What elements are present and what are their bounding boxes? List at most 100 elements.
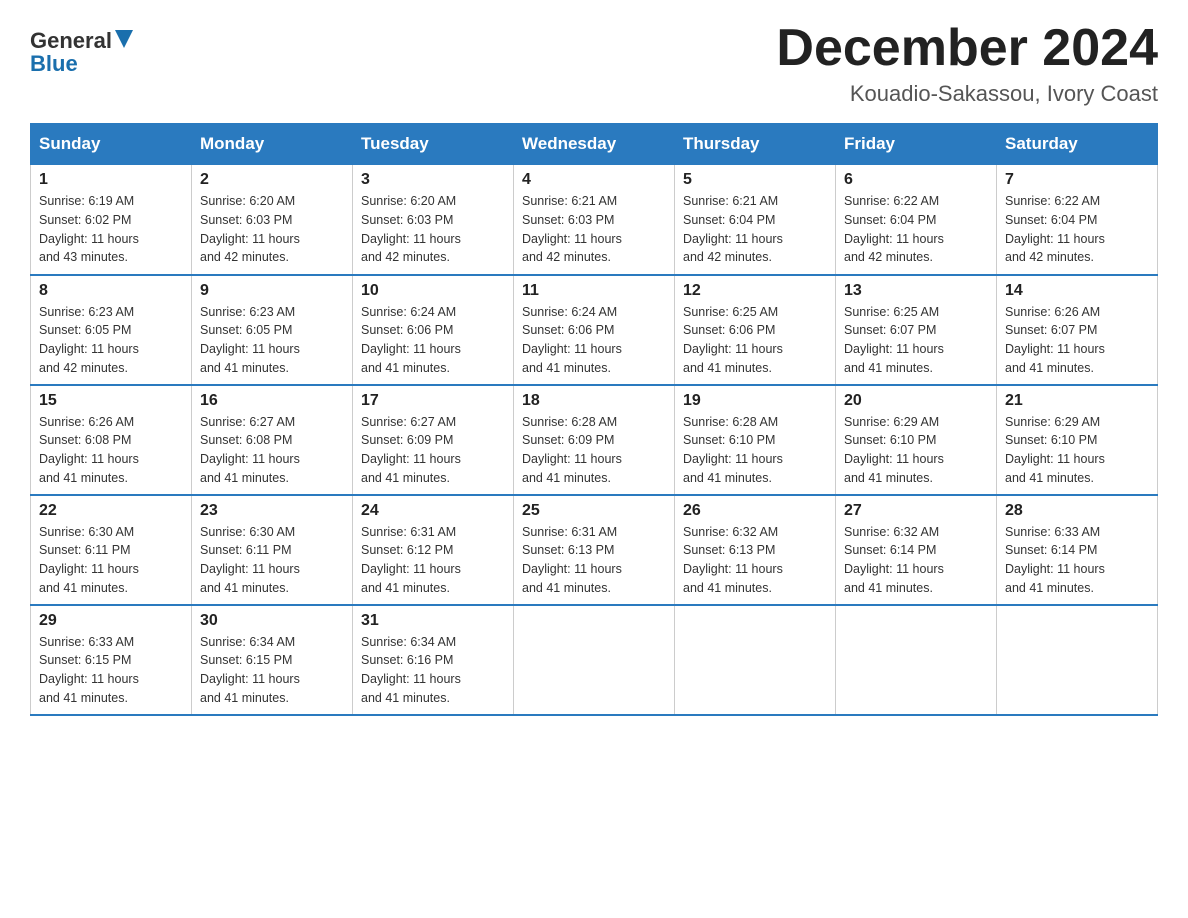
table-row: 11 Sunrise: 6:24 AMSunset: 6:06 PMDayligh… [514, 275, 675, 385]
logo: General Blue [30, 28, 133, 77]
calendar-week-row: 15 Sunrise: 6:26 AMSunset: 6:08 PMDayligh… [31, 385, 1158, 495]
table-row: 10 Sunrise: 6:24 AMSunset: 6:06 PMDayligh… [353, 275, 514, 385]
table-row: 25 Sunrise: 6:31 AMSunset: 6:13 PMDayligh… [514, 495, 675, 605]
day-info: Sunrise: 6:34 AMSunset: 6:15 PMDaylight:… [200, 635, 300, 705]
day-number: 1 [39, 171, 183, 189]
day-number: 24 [361, 502, 505, 520]
day-number: 16 [200, 392, 344, 410]
day-info: Sunrise: 6:31 AMSunset: 6:12 PMDaylight:… [361, 525, 461, 595]
table-row: 2 Sunrise: 6:20 AMSunset: 6:03 PMDaylight… [192, 165, 353, 275]
day-info: Sunrise: 6:22 AMSunset: 6:04 PMDaylight:… [1005, 194, 1105, 264]
logo-triangle-icon [115, 30, 133, 48]
day-info: Sunrise: 6:30 AMSunset: 6:11 PMDaylight:… [39, 525, 139, 595]
day-number: 28 [1005, 502, 1149, 520]
day-info: Sunrise: 6:29 AMSunset: 6:10 PMDaylight:… [844, 415, 944, 485]
day-info: Sunrise: 6:21 AMSunset: 6:04 PMDaylight:… [683, 194, 783, 264]
day-number: 17 [361, 392, 505, 410]
day-number: 6 [844, 171, 988, 189]
table-row [675, 605, 836, 715]
col-monday: Monday [192, 124, 353, 165]
logo-text-general: General [30, 30, 112, 52]
day-number: 14 [1005, 282, 1149, 300]
calendar-header: Sunday Monday Tuesday Wednesday Thursday… [31, 124, 1158, 165]
day-number: 15 [39, 392, 183, 410]
calendar-week-row: 29 Sunrise: 6:33 AMSunset: 6:15 PMDayligh… [31, 605, 1158, 715]
day-info: Sunrise: 6:33 AMSunset: 6:14 PMDaylight:… [1005, 525, 1105, 595]
day-number: 21 [1005, 392, 1149, 410]
table-row: 3 Sunrise: 6:20 AMSunset: 6:03 PMDaylight… [353, 165, 514, 275]
table-row: 1Sunrise: 6:19 AMSunset: 6:02 PMDaylight… [31, 165, 192, 275]
day-info: Sunrise: 6:23 AMSunset: 6:05 PMDaylight:… [39, 305, 139, 375]
day-info: Sunrise: 6:23 AMSunset: 6:05 PMDaylight:… [200, 305, 300, 375]
day-info: Sunrise: 6:24 AMSunset: 6:06 PMDaylight:… [522, 305, 622, 375]
day-number: 7 [1005, 171, 1149, 189]
day-info: Sunrise: 6:20 AMSunset: 6:03 PMDaylight:… [200, 194, 300, 264]
table-row: 15 Sunrise: 6:26 AMSunset: 6:08 PMDayligh… [31, 385, 192, 495]
table-row: 26Sunrise: 6:32 AMSunset: 6:13 PMDayligh… [675, 495, 836, 605]
table-row: 19Sunrise: 6:28 AMSunset: 6:10 PMDayligh… [675, 385, 836, 495]
day-info: Sunrise: 6:31 AMSunset: 6:13 PMDaylight:… [522, 525, 622, 595]
day-info: Sunrise: 6:25 AMSunset: 6:06 PMDaylight:… [683, 305, 783, 375]
day-number: 5 [683, 171, 827, 189]
table-row: 30 Sunrise: 6:34 AMSunset: 6:15 PMDayligh… [192, 605, 353, 715]
day-number: 30 [200, 612, 344, 630]
calendar-week-row: 22 Sunrise: 6:30 AMSunset: 6:11 PMDayligh… [31, 495, 1158, 605]
day-number: 10 [361, 282, 505, 300]
table-row: 22 Sunrise: 6:30 AMSunset: 6:11 PMDayligh… [31, 495, 192, 605]
table-row: 6 Sunrise: 6:22 AMSunset: 6:04 PMDaylight… [836, 165, 997, 275]
day-number: 9 [200, 282, 344, 300]
page-header: General Blue December 2024 Kouadio-Sakas… [30, 20, 1158, 107]
day-number: 25 [522, 502, 666, 520]
day-number: 31 [361, 612, 505, 630]
logo-text-blue: Blue [30, 51, 78, 77]
table-row: 5 Sunrise: 6:21 AMSunset: 6:04 PMDaylight… [675, 165, 836, 275]
table-row: 17 Sunrise: 6:27 AMSunset: 6:09 PMDayligh… [353, 385, 514, 495]
table-row: 14Sunrise: 6:26 AMSunset: 6:07 PMDayligh… [997, 275, 1158, 385]
day-info: Sunrise: 6:26 AMSunset: 6:08 PMDaylight:… [39, 415, 139, 485]
table-row: 4Sunrise: 6:21 AMSunset: 6:03 PMDaylight… [514, 165, 675, 275]
day-number: 19 [683, 392, 827, 410]
table-row: 8 Sunrise: 6:23 AMSunset: 6:05 PMDaylight… [31, 275, 192, 385]
day-number: 26 [683, 502, 827, 520]
table-row: 23Sunrise: 6:30 AMSunset: 6:11 PMDayligh… [192, 495, 353, 605]
col-sunday: Sunday [31, 124, 192, 165]
day-number: 12 [683, 282, 827, 300]
table-row: 18Sunrise: 6:28 AMSunset: 6:09 PMDayligh… [514, 385, 675, 495]
day-number: 27 [844, 502, 988, 520]
table-row: 12 Sunrise: 6:25 AMSunset: 6:06 PMDayligh… [675, 275, 836, 385]
table-row: 7 Sunrise: 6:22 AMSunset: 6:04 PMDaylight… [997, 165, 1158, 275]
day-number: 22 [39, 502, 183, 520]
day-number: 11 [522, 282, 666, 300]
calendar-table: Sunday Monday Tuesday Wednesday Thursday… [30, 123, 1158, 716]
day-info: Sunrise: 6:27 AMSunset: 6:09 PMDaylight:… [361, 415, 461, 485]
calendar-subtitle: Kouadio-Sakassou, Ivory Coast [776, 81, 1158, 107]
day-info: Sunrise: 6:21 AMSunset: 6:03 PMDaylight:… [522, 194, 622, 264]
table-row [836, 605, 997, 715]
table-row: 28 Sunrise: 6:33 AMSunset: 6:14 PMDayligh… [997, 495, 1158, 605]
day-info: Sunrise: 6:24 AMSunset: 6:06 PMDaylight:… [361, 305, 461, 375]
day-number: 8 [39, 282, 183, 300]
table-row: 13Sunrise: 6:25 AMSunset: 6:07 PMDayligh… [836, 275, 997, 385]
day-number: 29 [39, 612, 183, 630]
day-info: Sunrise: 6:22 AMSunset: 6:04 PMDaylight:… [844, 194, 944, 264]
col-tuesday: Tuesday [353, 124, 514, 165]
calendar-week-row: 1Sunrise: 6:19 AMSunset: 6:02 PMDaylight… [31, 165, 1158, 275]
title-area: December 2024 Kouadio-Sakassou, Ivory Co… [776, 20, 1158, 107]
day-info: Sunrise: 6:20 AMSunset: 6:03 PMDaylight:… [361, 194, 461, 264]
table-row: 29 Sunrise: 6:33 AMSunset: 6:15 PMDayligh… [31, 605, 192, 715]
day-info: Sunrise: 6:28 AMSunset: 6:09 PMDaylight:… [522, 415, 622, 485]
day-info: Sunrise: 6:33 AMSunset: 6:15 PMDaylight:… [39, 635, 139, 705]
table-row: 9 Sunrise: 6:23 AMSunset: 6:05 PMDaylight… [192, 275, 353, 385]
table-row [997, 605, 1158, 715]
calendar-title: December 2024 [776, 20, 1158, 77]
day-info: Sunrise: 6:32 AMSunset: 6:14 PMDaylight:… [844, 525, 944, 595]
day-number: 2 [200, 171, 344, 189]
day-number: 3 [361, 171, 505, 189]
table-row: 16 Sunrise: 6:27 AMSunset: 6:08 PMDayligh… [192, 385, 353, 495]
calendar-week-row: 8 Sunrise: 6:23 AMSunset: 6:05 PMDaylight… [31, 275, 1158, 385]
calendar-body: 1Sunrise: 6:19 AMSunset: 6:02 PMDaylight… [31, 165, 1158, 715]
day-info: Sunrise: 6:27 AMSunset: 6:08 PMDaylight:… [200, 415, 300, 485]
col-saturday: Saturday [997, 124, 1158, 165]
day-info: Sunrise: 6:30 AMSunset: 6:11 PMDaylight:… [200, 525, 300, 595]
table-row: 31Sunrise: 6:34 AMSunset: 6:16 PMDayligh… [353, 605, 514, 715]
